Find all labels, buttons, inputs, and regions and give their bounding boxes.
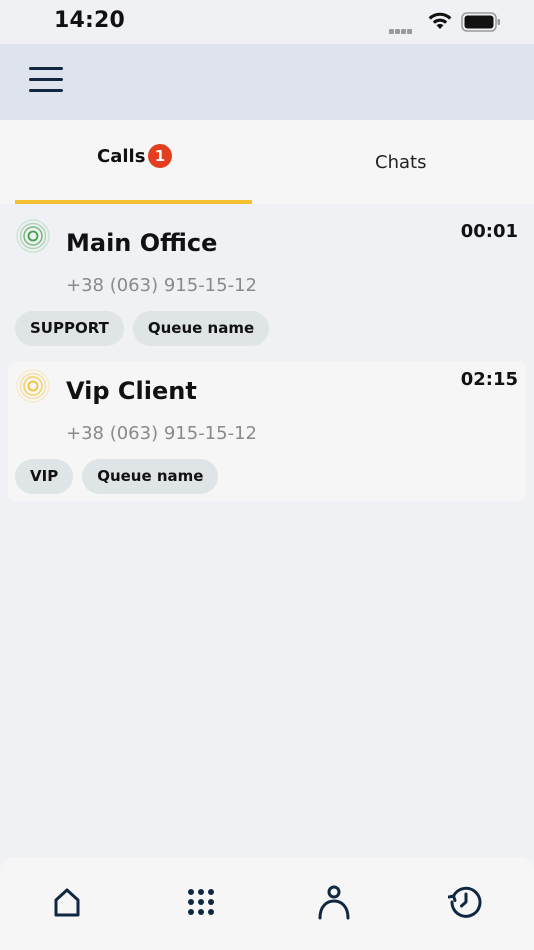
tab-calls-label: Calls [97, 146, 146, 167]
caller-name: Main Office [66, 229, 218, 257]
call-item[interactable]: Vip Client 02:15 +38 (063) 915-15-12 VIP… [8, 361, 526, 501]
caller-phone: +38 (063) 915-15-12 [66, 275, 257, 296]
caller-phone: +38 (063) 915-15-12 [66, 423, 257, 444]
tab-chats[interactable]: Chats [276, 120, 526, 204]
tag-chip: SUPPORT [15, 311, 124, 346]
tag-list: SUPPORT Queue name [15, 311, 270, 346]
tag-chip: Queue name [132, 311, 270, 346]
wifi-icon [428, 12, 452, 29]
dialpad-icon[interactable] [183, 884, 219, 920]
tab-bar: Calls 1 Chats [0, 120, 534, 204]
cellular-signal-icon [389, 19, 413, 38]
history-icon[interactable] [448, 884, 484, 920]
status-bar: 14:20 [0, 0, 534, 44]
call-timer: 02:15 [460, 369, 518, 390]
incoming-call-status-icon [16, 369, 50, 403]
call-timer: 00:01 [460, 221, 518, 242]
hamburger-menu-icon[interactable] [29, 67, 64, 97]
app-header [0, 44, 534, 120]
battery-icon [461, 12, 500, 32]
call-item[interactable]: Main Office 00:01 +38 (063) 915-15-12 SU… [8, 205, 526, 355]
contacts-icon[interactable] [316, 884, 352, 920]
calls-count-badge: 1 [148, 144, 172, 168]
bottom-navigation [0, 857, 534, 950]
caller-name: Vip Client [66, 377, 197, 405]
tab-chats-label: Chats [375, 152, 427, 173]
status-time: 14:20 [54, 8, 126, 33]
tag-chip: VIP [15, 459, 74, 494]
tag-list: VIP Queue name [15, 459, 219, 494]
home-icon[interactable] [49, 884, 85, 920]
tab-calls[interactable]: Calls 1 [15, 120, 252, 204]
incoming-call-status-icon [16, 219, 50, 253]
tag-chip: Queue name [82, 459, 219, 494]
